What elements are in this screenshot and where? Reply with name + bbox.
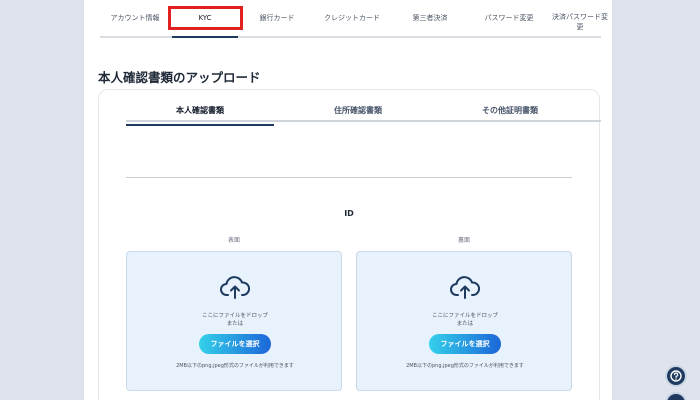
- file-requirement-hint: 2MB以下のpng,jpeg形式のファイルが利用できます: [406, 363, 524, 369]
- cloud-upload-icon: [220, 276, 250, 299]
- front-select-file-button[interactable]: ファイルを選択: [199, 334, 271, 354]
- tab-payment-password-change[interactable]: 決済パスワード変 更: [544, 0, 616, 36]
- document-type-tabs: 本人確認書類 住所確認書類 その他証明書類: [126, 102, 601, 126]
- help-chat-button[interactable]: [665, 365, 687, 387]
- back-side-label: 裏面: [457, 237, 470, 244]
- tab-password-change[interactable]: パスワード変更: [470, 0, 548, 36]
- tab-address-document[interactable]: 住所確認書類: [284, 105, 432, 122]
- front-side-label: 表面: [227, 237, 240, 244]
- tab-credit-card[interactable]: クレジットカード: [312, 0, 392, 36]
- cloud-upload-icon: [450, 276, 480, 299]
- document-label: ID: [344, 209, 354, 218]
- tab-account-info[interactable]: アカウント情報: [100, 0, 170, 36]
- page-title: 本人確認書類のアップロード: [98, 70, 261, 85]
- drop-or-text: または: [226, 321, 244, 327]
- tab-identity-document[interactable]: 本人確認書類: [126, 105, 274, 126]
- drop-instruction: ここにファイルをドロップ: [201, 313, 268, 319]
- kyc-tab-highlight-box: [168, 6, 243, 30]
- drop-or-text: または: [456, 321, 474, 327]
- tab-bank-card[interactable]: 銀行カード: [242, 0, 312, 36]
- drop-instruction: ここにファイルをドロップ: [431, 313, 498, 319]
- tab-third-party-payment[interactable]: 第三者決済: [394, 0, 466, 36]
- help-chat-icon: [670, 370, 682, 382]
- scroll-top-button[interactable]: [665, 392, 687, 400]
- tab-other-document[interactable]: その他証明書類: [436, 105, 584, 122]
- file-requirement-hint: 2MB以下のpng,jpeg形式のファイルが利用できます: [176, 363, 294, 369]
- front-dropzone[interactable]: ここにファイルをドロップ または ファイルを選択 2MB以下のpng,jpeg形…: [126, 251, 342, 391]
- divider: [126, 177, 572, 178]
- back-select-file-button[interactable]: ファイルを選択: [429, 334, 501, 354]
- upload-card: 本人確認書類 住所確認書類 その他証明書類 ID 表面 ここにファイルをドロップ…: [98, 89, 601, 400]
- back-dropzone[interactable]: ここにファイルをドロップ または ファイルを選択 2MB以下のpng,jpeg形…: [356, 251, 572, 391]
